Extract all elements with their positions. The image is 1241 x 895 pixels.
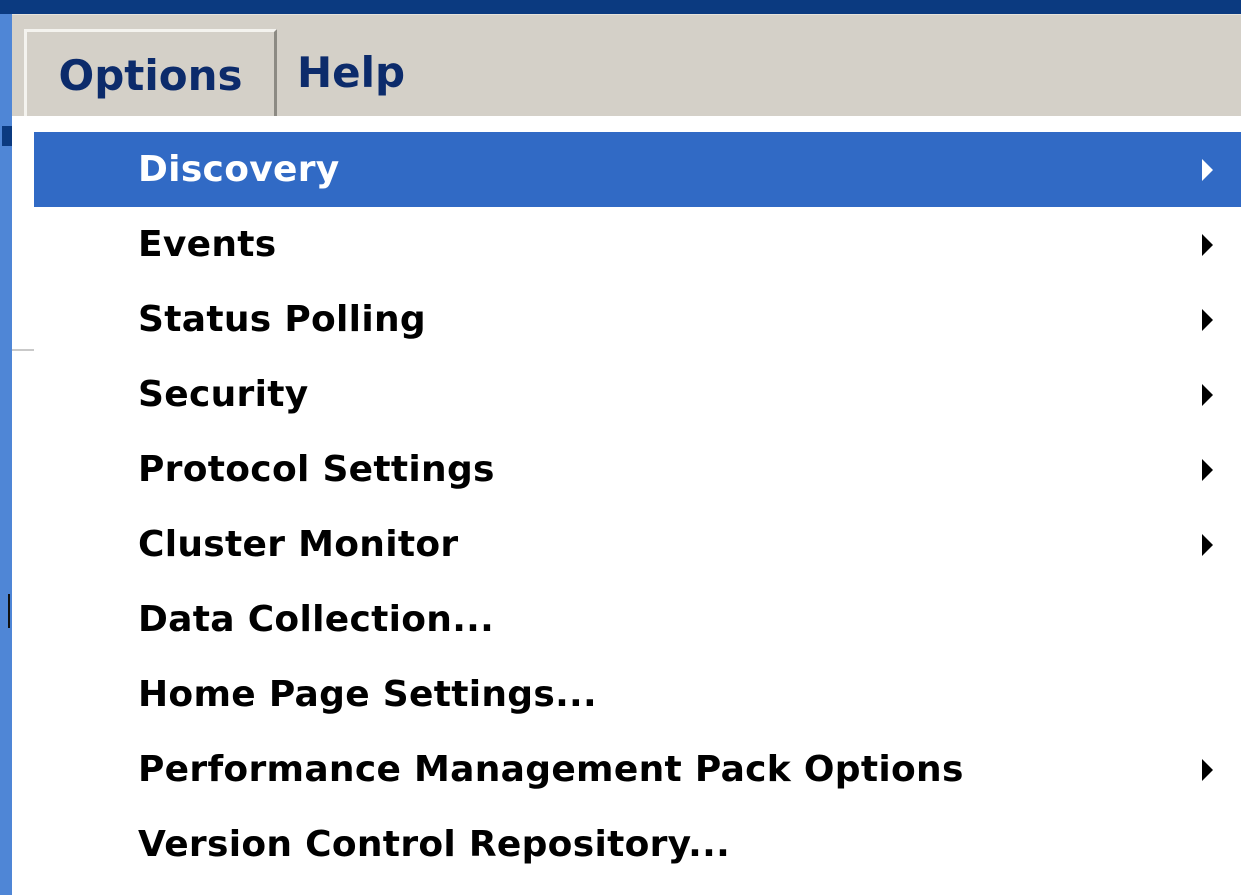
menu-item-label: Status Polling bbox=[138, 299, 426, 340]
menu-item-status-polling[interactable]: Status Polling bbox=[34, 282, 1241, 357]
submenu-arrow-icon bbox=[1202, 534, 1213, 556]
menu-item-cluster-monitor[interactable]: Cluster Monitor bbox=[34, 507, 1241, 582]
menu-item-label: Version Control Repository... bbox=[138, 824, 731, 865]
menu-item-label: Performance Management Pack Options bbox=[138, 749, 964, 790]
menu-item-label: Data Collection... bbox=[138, 599, 495, 640]
menu-item-label: Home Page Settings... bbox=[138, 674, 598, 715]
menu-item-performance-management-pack-options[interactable]: Performance Management Pack Options bbox=[34, 732, 1241, 807]
menu-help[interactable]: Help bbox=[297, 29, 427, 117]
submenu-arrow-icon bbox=[1202, 159, 1213, 181]
menu-item-label: Cluster Monitor bbox=[138, 524, 459, 565]
menu-item-label: Events bbox=[138, 224, 277, 265]
menu-bar: Options Help bbox=[12, 14, 1241, 117]
submenu-arrow-icon bbox=[1202, 759, 1213, 781]
menu-item-events[interactable]: Events bbox=[34, 207, 1241, 282]
menu-item-security[interactable]: Security bbox=[34, 357, 1241, 432]
menu-item-discovery[interactable]: Discovery bbox=[34, 132, 1241, 207]
background-divider bbox=[12, 349, 36, 351]
menu-item-data-collection[interactable]: Data Collection... bbox=[34, 582, 1241, 657]
menu-item-label: Discovery bbox=[138, 149, 340, 190]
menu-bar-gap bbox=[12, 15, 24, 117]
menu-options[interactable]: Options bbox=[24, 29, 277, 117]
menu-item-label: Security bbox=[138, 374, 309, 415]
menu-item-protocol-settings[interactable]: Protocol Settings bbox=[34, 432, 1241, 507]
window-title-bar-edge bbox=[0, 0, 1241, 14]
submenu-arrow-icon bbox=[1202, 234, 1213, 256]
submenu-arrow-icon bbox=[1202, 309, 1213, 331]
submenu-arrow-icon bbox=[1202, 459, 1213, 481]
background-panel bbox=[12, 116, 36, 895]
dropdown-menu-list: Discovery Events Status Polling Security… bbox=[34, 132, 1241, 882]
menu-item-home-page-settings[interactable]: Home Page Settings... bbox=[34, 657, 1241, 732]
submenu-arrow-icon bbox=[1202, 384, 1213, 406]
background-window-edge bbox=[0, 14, 12, 895]
menu-item-label: Protocol Settings bbox=[138, 449, 495, 490]
background-marker bbox=[2, 126, 12, 146]
options-dropdown-menu: Discovery Events Status Polling Security… bbox=[34, 116, 1241, 895]
menu-item-version-control-repository[interactable]: Version Control Repository... bbox=[34, 807, 1241, 882]
background-tick bbox=[2, 594, 10, 628]
